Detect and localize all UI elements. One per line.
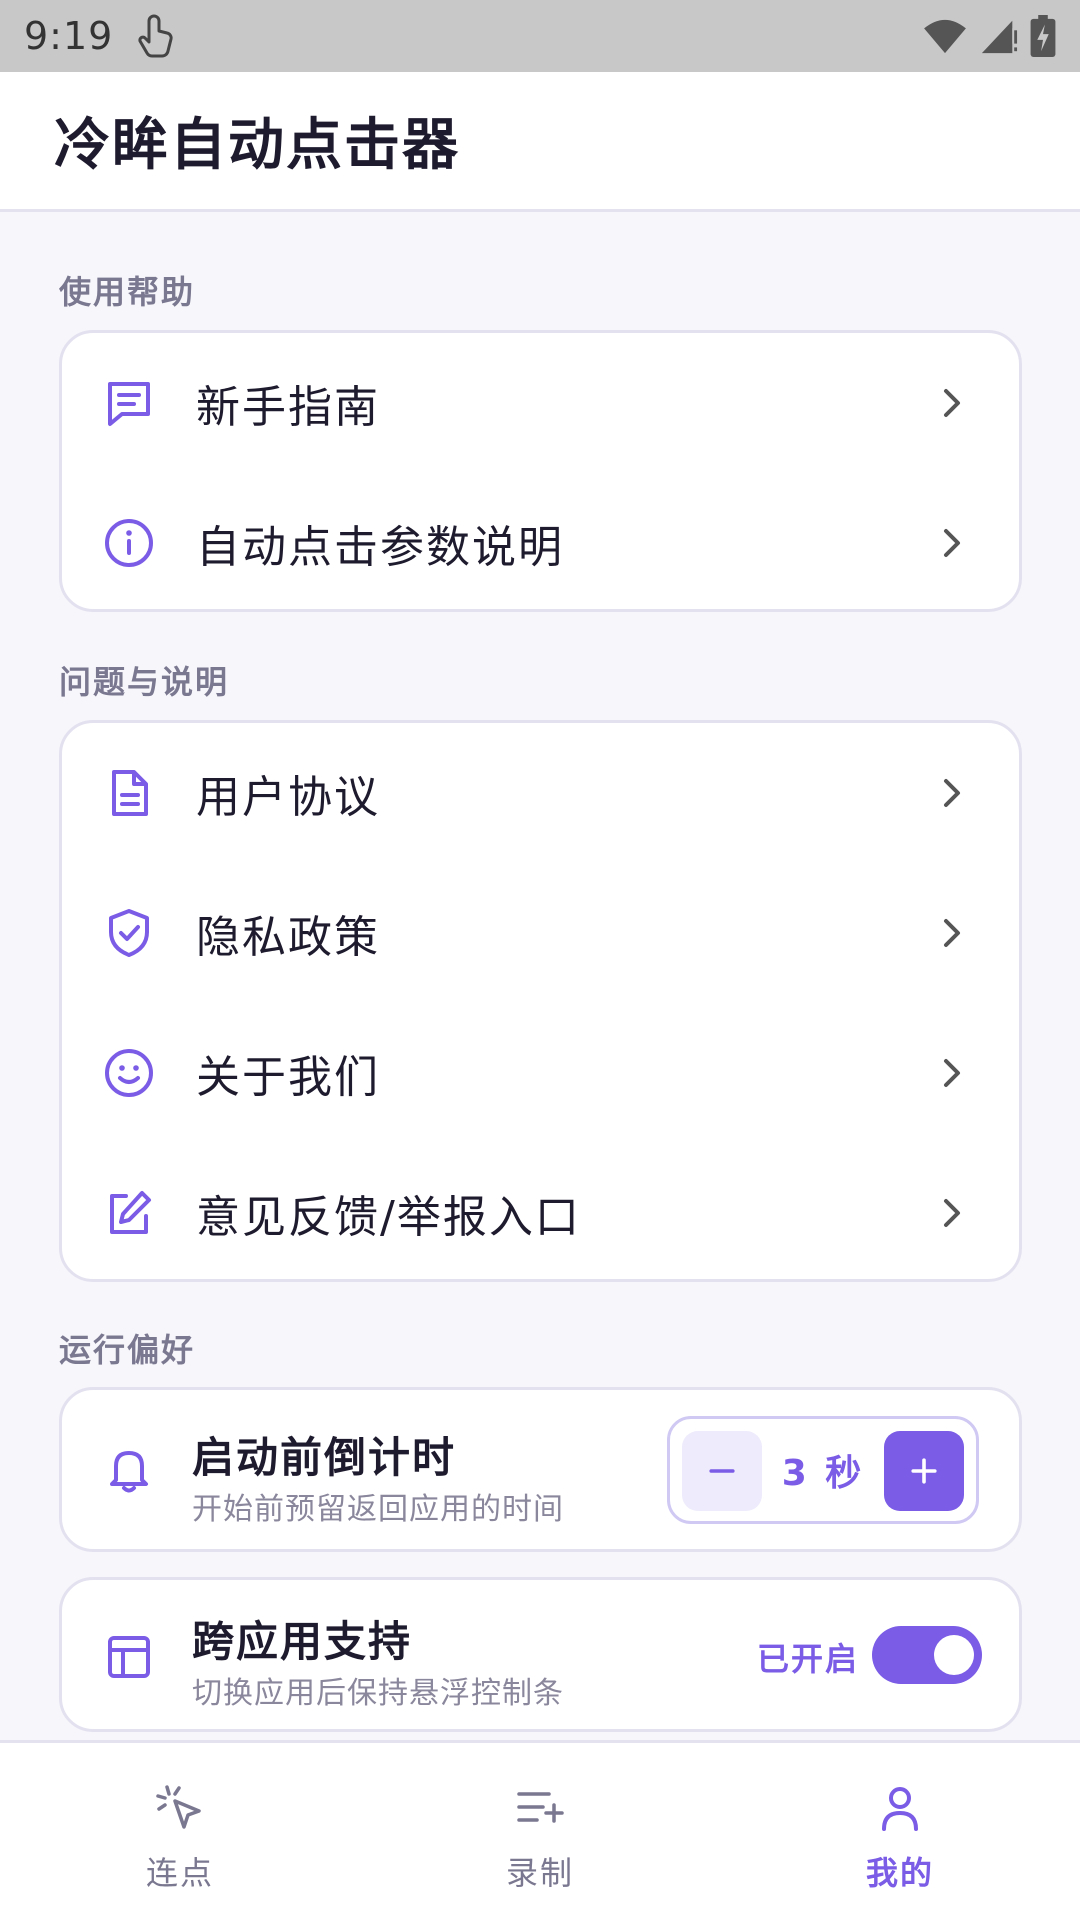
- help-card: 新手指南 自动点击参数说明: [59, 330, 1022, 612]
- menu-item-user-agreement[interactable]: 用户协议: [62, 723, 1019, 863]
- menu-item-feedback[interactable]: 意见反馈/举报入口: [62, 1143, 1019, 1283]
- menu-item-beginner-guide[interactable]: 新手指南: [62, 333, 1019, 473]
- plus-icon: [911, 1458, 937, 1484]
- wifi-icon: [922, 17, 968, 55]
- status-bar: 9:19: [0, 0, 1080, 72]
- nav-item-autoclick[interactable]: 连点: [0, 1743, 360, 1920]
- issues-card: 用户协议 隐私政策 关于我们 意见反馈/举报入口: [59, 720, 1022, 1282]
- bottom-nav: 连点 录制 我的: [0, 1740, 1080, 1920]
- bell-icon: [102, 1442, 156, 1496]
- section-label-help: 使用帮助: [59, 273, 196, 311]
- chevron-right-icon: [937, 383, 967, 423]
- signal-icon: [980, 17, 1018, 55]
- menu-item-label: 新手指南: [196, 382, 380, 433]
- minus-icon: [709, 1469, 735, 1473]
- increase-button[interactable]: [884, 1431, 964, 1511]
- menu-item-label: 意见反馈/举报入口: [196, 1192, 581, 1243]
- list-plus-icon: [515, 1783, 565, 1833]
- nav-label: 录制: [505, 1854, 574, 1892]
- menu-item-param-explain[interactable]: 自动点击参数说明: [62, 473, 1019, 613]
- nav-item-record[interactable]: 录制: [360, 1743, 720, 1920]
- nav-item-mine[interactable]: 我的: [720, 1743, 1080, 1920]
- status-time: 9:19: [24, 14, 114, 58]
- cross-app-card[interactable]: 跨应用支持 切换应用后保持悬浮控制条 已开启: [59, 1577, 1022, 1732]
- menu-item-label: 自动点击参数说明: [196, 522, 564, 573]
- decrease-button[interactable]: [682, 1431, 762, 1511]
- toggle-knob: [934, 1635, 974, 1675]
- cursor-click-icon: [155, 1783, 205, 1833]
- user-icon: [875, 1783, 925, 1833]
- menu-item-about-us[interactable]: 关于我们: [62, 1003, 1019, 1143]
- countdown-stepper: 3 秒: [667, 1416, 979, 1524]
- message-lines-icon: [102, 376, 156, 430]
- chevron-right-icon: [937, 523, 967, 563]
- cross-app-subtitle: 切换应用后保持悬浮控制条: [192, 1676, 564, 1711]
- countdown-subtitle: 开始前预留返回应用的时间: [192, 1492, 564, 1527]
- section-label-issues: 问题与说明: [59, 663, 230, 701]
- nav-label: 我的: [865, 1854, 934, 1892]
- smiley-icon: [102, 1046, 156, 1100]
- menu-item-label: 关于我们: [196, 1052, 380, 1103]
- app-bar: 冷眸自动点击器: [0, 72, 1080, 212]
- chevron-right-icon: [937, 913, 967, 953]
- nav-label: 连点: [145, 1854, 214, 1892]
- countdown-value: 3 秒: [781, 1453, 865, 1494]
- menu-item-label: 用户协议: [196, 772, 380, 823]
- layout-icon: [102, 1630, 156, 1684]
- menu-item-privacy-policy[interactable]: 隐私政策: [62, 863, 1019, 1003]
- page-title: 冷眸自动点击器: [54, 113, 460, 178]
- countdown-card: 启动前倒计时 开始前预留返回应用的时间 3 秒: [59, 1387, 1022, 1552]
- info-icon: [102, 516, 156, 570]
- section-label-preferences: 运行偏好: [59, 1331, 196, 1369]
- cross-app-title: 跨应用支持: [192, 1617, 413, 1666]
- chevron-right-icon: [937, 1193, 967, 1233]
- document-icon: [102, 766, 156, 820]
- settings-content[interactable]: 使用帮助 新手指南 自动点击参数说明 问题与说明 用户协议 隐私政策 关于我们 …: [0, 215, 1080, 1740]
- edit-icon: [102, 1186, 156, 1240]
- cross-app-toggle[interactable]: [872, 1626, 982, 1684]
- shield-check-icon: [102, 906, 156, 960]
- battery-charging-icon: [1030, 15, 1056, 57]
- chevron-right-icon: [937, 1053, 967, 1093]
- toggle-status-label: 已开启: [757, 1640, 860, 1678]
- touch-indicator-icon: [135, 13, 175, 59]
- menu-item-label: 隐私政策: [196, 912, 380, 963]
- countdown-title: 启动前倒计时: [192, 1433, 457, 1482]
- chevron-right-icon: [937, 773, 967, 813]
